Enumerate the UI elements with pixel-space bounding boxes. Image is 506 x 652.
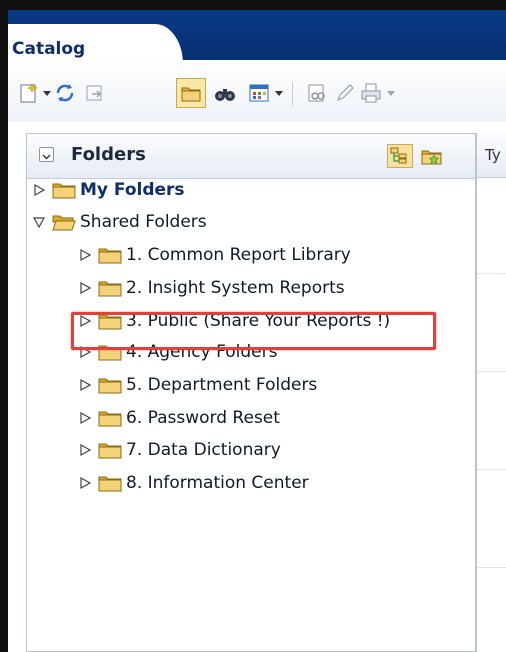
row-divider (477, 371, 506, 372)
tree-node-label: Shared Folders (80, 212, 207, 232)
folder-icon (98, 441, 122, 459)
folder-icon (98, 474, 122, 492)
view-options-icon[interactable] (248, 82, 270, 104)
row-divider (477, 567, 506, 568)
tree-node-label: 6. Password Reset (126, 408, 280, 428)
toolbar (8, 60, 506, 122)
tree-node-label: My Folders (80, 180, 185, 200)
catalog-content-pane: Ty (476, 133, 506, 652)
refresh-icon[interactable] (54, 82, 76, 104)
expand-arrow-icon[interactable] (76, 409, 94, 427)
window-title: Catalog (12, 39, 86, 59)
highlight-annotation (71, 312, 436, 350)
tree-node-my-folders[interactable]: My Folders (30, 175, 185, 205)
folder-icon (98, 376, 122, 394)
folders-pane-title: Folders (71, 144, 146, 165)
expand-arrow-icon[interactable] (76, 474, 94, 492)
title-bar: Catalog (8, 10, 506, 64)
type-column-header[interactable]: Ty (477, 133, 506, 178)
expand-arrow-icon[interactable] (76, 246, 94, 264)
move-icon[interactable] (84, 82, 106, 104)
folder-view-icon[interactable] (180, 82, 202, 104)
tree-node-label: 8. Information Center (126, 473, 309, 493)
folder-icon (98, 246, 122, 264)
tree-node-data-dictionary[interactable]: 7. Data Dictionary (76, 435, 281, 465)
toolbar-separator (292, 82, 293, 106)
new-icon[interactable] (18, 82, 40, 104)
expand-arrow-icon[interactable] (76, 279, 94, 297)
collapse-arrow-icon[interactable] (30, 213, 48, 231)
tree-view-icon[interactable] (387, 144, 413, 168)
folder-icon (52, 181, 76, 199)
row-divider (477, 469, 506, 470)
tree-node-password-reset[interactable]: 6. Password Reset (76, 403, 280, 433)
view-options-dropdown-arrow[interactable] (275, 91, 283, 96)
folder-icon (98, 409, 122, 427)
tree-node-label: 7. Data Dictionary (126, 440, 281, 460)
folders-pane-header: Folders (27, 134, 475, 179)
search-binoculars-icon[interactable] (214, 82, 236, 104)
tree-node-shared-folders[interactable]: Shared Folders (30, 207, 207, 237)
expand-arrow-icon[interactable] (76, 441, 94, 459)
share-icon[interactable] (306, 82, 328, 104)
tree-node-common-report-library[interactable]: 1. Common Report Library (76, 240, 351, 270)
tree-node-information-center[interactable]: 8. Information Center (76, 468, 309, 498)
tree-node-label: 5. Department Folders (126, 375, 318, 395)
screen-border-left (0, 0, 8, 652)
new-dropdown-arrow[interactable] (43, 91, 51, 96)
print-icon[interactable] (360, 82, 382, 104)
tree-node-insight-system-reports[interactable]: 2. Insight System Reports (76, 273, 345, 303)
catalog-window: Catalog Ty Folders My Folders Shared Fol… (8, 10, 506, 652)
tree-node-label: 1. Common Report Library (126, 245, 351, 265)
chevron-down-icon (42, 154, 51, 160)
tree-node-label: 2. Insight System Reports (126, 278, 345, 298)
type-column-label: Ty (485, 146, 501, 164)
open-folder-icon (52, 213, 76, 231)
tree-node-department-folders[interactable]: 5. Department Folders (76, 370, 317, 400)
collapse-pane-button[interactable] (39, 147, 54, 162)
print-dropdown-arrow[interactable] (387, 91, 395, 96)
edit-icon[interactable] (334, 82, 356, 104)
expand-arrow-icon[interactable] (30, 181, 48, 199)
favorites-folder-icon[interactable] (419, 144, 445, 168)
row-divider (477, 273, 506, 274)
folder-icon (98, 279, 122, 297)
screen-border-top (0, 0, 506, 10)
expand-arrow-icon[interactable] (76, 376, 94, 394)
